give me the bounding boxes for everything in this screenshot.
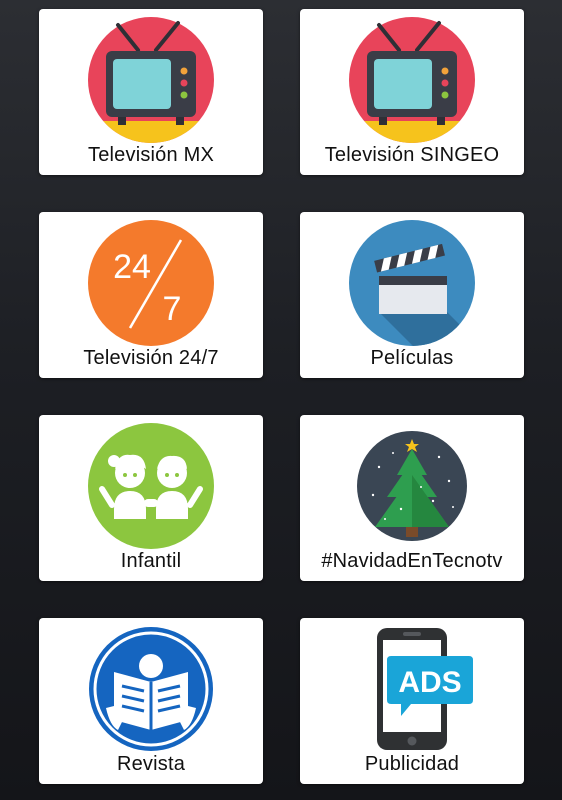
icon-text-ads: ADS (398, 666, 461, 699)
tile-television-24-7[interactable]: 24 7 Televisión 24/7 (39, 212, 263, 378)
tile-infantil[interactable]: Infantil (39, 415, 263, 581)
tile-label: Televisión MX (88, 144, 214, 166)
tile-label: #NavidadEnTecnotv (321, 550, 503, 572)
tile-label: Infantil (120, 550, 182, 572)
magazine-reader-icon (89, 627, 213, 751)
tile-label: Películas (370, 347, 454, 369)
clapperboard-icon (349, 220, 475, 346)
tile-label: Revista (116, 753, 186, 775)
menu-grid: Televisión MX Televisión SINGEO 24 7 Tel… (0, 0, 562, 800)
tv-icon (88, 17, 214, 143)
christmas-tree-icon (357, 431, 467, 541)
icon-text-24: 24 (113, 248, 151, 286)
tile-television-singeo[interactable]: Televisión SINGEO (300, 9, 524, 175)
24-7-icon: 24 7 (88, 220, 214, 346)
children-icon (88, 423, 214, 549)
tv-icon (349, 17, 475, 143)
tile-navidad-en-tecnotv[interactable]: #NavidadEnTecnotv (300, 415, 524, 581)
phone-ads-icon: ADS (377, 628, 473, 750)
tile-peliculas[interactable]: Películas (300, 212, 524, 378)
icon-text-7: 7 (163, 290, 182, 328)
tile-label: Televisión SINGEO (324, 144, 500, 166)
tile-television-mx[interactable]: Televisión MX (39, 9, 263, 175)
tile-label: Televisión 24/7 (83, 347, 219, 369)
tile-revista[interactable]: Revista (39, 618, 263, 784)
tile-publicidad[interactable]: ADS Publicidad (300, 618, 524, 784)
tile-label: Publicidad (364, 753, 460, 775)
